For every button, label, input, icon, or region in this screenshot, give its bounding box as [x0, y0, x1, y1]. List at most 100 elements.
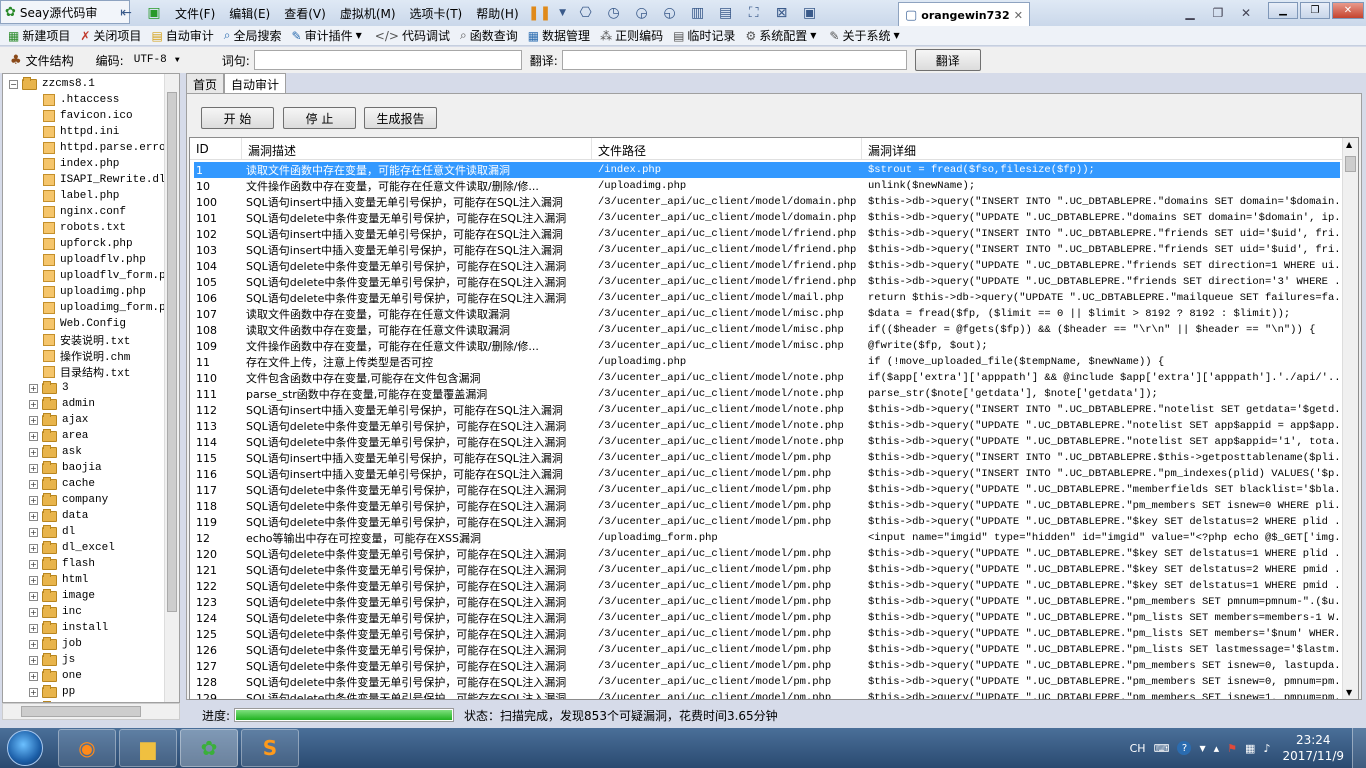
tree-file[interactable]: uploadflv_form.php: [43, 268, 179, 284]
expand-icon[interactable]: +: [29, 463, 38, 473]
tree-folder[interactable]: + dl: [29, 524, 75, 540]
show-desktop-button[interactable]: [1352, 728, 1366, 768]
col-path-header[interactable]: 文件路径: [592, 138, 862, 159]
explorer-taskbar-button[interactable]: ▆: [119, 729, 177, 767]
tree-folder[interactable]: + install: [29, 620, 108, 636]
table-row[interactable]: 122 SQL语句delete中条件变量无单引号保护，可能存在SQL注入漏洞 /…: [194, 578, 1340, 594]
grid-scroll-thumb[interactable]: [1345, 156, 1356, 172]
network-icon[interactable]: ⎔: [575, 3, 597, 23]
expand-icon[interactable]: +: [29, 639, 38, 649]
table-row[interactable]: 120 SQL语句delete中条件变量无单引号保护，可能存在SQL注入漏洞 /…: [194, 546, 1340, 562]
clock[interactable]: 23:24 2017/11/9: [1282, 732, 1344, 764]
close-project-button[interactable]: ✗ 关闭项目: [80, 27, 141, 44]
menu-view[interactable]: 查看(V): [277, 5, 333, 22]
translate-button[interactable]: 翻译: [914, 49, 981, 71]
data-manage-button[interactable]: ▦ 数据管理: [528, 27, 590, 44]
regex-encode-button[interactable]: ⁂ 正则编码: [600, 27, 663, 44]
expand-icon[interactable]: +: [29, 447, 38, 457]
start-button[interactable]: [0, 728, 50, 768]
start-button[interactable]: 开 始: [201, 107, 274, 129]
table-row[interactable]: 118 SQL语句delete中条件变量无单引号保护，可能存在SQL注入漏洞 /…: [194, 498, 1340, 514]
tab-home[interactable]: 首页: [186, 73, 225, 93]
tree-file[interactable]: uploadflv.php: [43, 252, 146, 268]
generate-report-button[interactable]: 生成报告: [364, 107, 437, 129]
tree-scroll-thumb[interactable]: [167, 92, 177, 612]
table-row[interactable]: 125 SQL语句delete中条件变量无单引号保护，可能存在SQL注入漏洞 /…: [194, 626, 1340, 642]
expand-icon[interactable]: +: [29, 399, 38, 409]
menu-tabs[interactable]: 选项卡(T): [403, 5, 470, 22]
expand-icon[interactable]: +: [29, 655, 38, 665]
table-row[interactable]: 100 SQL语句insert中插入变量无单引号保护，可能存在SQL注入漏洞 /…: [194, 194, 1340, 210]
tree-file[interactable]: httpd.parse.errors: [43, 140, 179, 156]
menu-edit[interactable]: 编辑(E): [222, 5, 277, 22]
tree-folder[interactable]: + flash: [29, 556, 95, 572]
temp-note-button[interactable]: ▤ 临时记录: [673, 27, 735, 44]
tree-folder[interactable]: + one: [29, 668, 82, 684]
table-row[interactable]: 102 SQL语句insert中插入变量无单引号保护，可能存在SQL注入漏洞 /…: [194, 226, 1340, 242]
tree-file[interactable]: Web.Config: [43, 316, 126, 332]
table-row[interactable]: 11 存在文件上传，注意上传类型是否可控 /uploadimg.php if (…: [194, 354, 1340, 370]
tree-file[interactable]: label.php: [43, 188, 119, 204]
table-row[interactable]: 111 parse_str函数中存在变量,可能存在变量覆盖漏洞 /3/ucent…: [194, 386, 1340, 402]
guest-close-icon[interactable]: ✕: [1332, 2, 1364, 19]
collapse-icon[interactable]: −: [9, 79, 18, 89]
tree-folder[interactable]: + company: [29, 492, 108, 508]
guest-minimize-icon[interactable]: ▁: [1268, 2, 1298, 19]
table-row[interactable]: 105 SQL语句delete中条件变量无单引号保护，可能存在SQL注入漏洞 /…: [194, 274, 1340, 290]
tree-folder[interactable]: + html: [29, 572, 88, 588]
help-icon[interactable]: ?: [1177, 741, 1192, 755]
vm-tab[interactable]: ▢ orangewin732 ✕: [898, 2, 1030, 28]
tree-file[interactable]: robots.txt: [43, 220, 126, 236]
auto-audit-button[interactable]: ▤ 自动审计: [151, 27, 213, 44]
col-detail-header[interactable]: 漏洞详细: [862, 138, 1344, 159]
tree-root[interactable]: − zzcms8.1: [9, 76, 95, 92]
menu-help[interactable]: 帮助(H): [469, 5, 525, 22]
sidebar-toggle-icon[interactable]: ▥: [687, 3, 709, 23]
firefox-taskbar-button[interactable]: ◉: [58, 729, 116, 767]
col-desc-header[interactable]: 漏洞描述: [242, 138, 592, 159]
table-row[interactable]: 1 读取文件函数中存在变量，可能存在任意文件读取漏洞 /index.php $s…: [194, 162, 1340, 178]
table-row[interactable]: 113 SQL语句delete中条件变量无单引号保护，可能存在SQL注入漏洞 /…: [194, 418, 1340, 434]
tree-folder[interactable]: + baojia: [29, 460, 102, 476]
pin-icon[interactable]: ⇤: [115, 3, 137, 23]
expand-icon[interactable]: +: [29, 575, 38, 585]
library-icon[interactable]: ▣: [799, 3, 821, 23]
network-tray-icon[interactable]: ▦: [1245, 742, 1255, 755]
table-row[interactable]: 12 echo等输出中存在可控变量，可能存在XSS漏洞 /uploadimg_f…: [194, 530, 1340, 546]
guest-restore-icon[interactable]: ❐: [1300, 2, 1330, 19]
pause-icon[interactable]: ❚❚: [528, 3, 551, 23]
system-config-button[interactable]: ⚙ 系统配置 ▼: [745, 27, 819, 44]
tree-file[interactable]: 操作说明.chm: [43, 348, 130, 364]
tree-folder[interactable]: + cache: [29, 476, 95, 492]
tab-auto-audit[interactable]: 自动审计: [224, 73, 287, 94]
expand-icon[interactable]: +: [29, 559, 38, 569]
table-row[interactable]: 101 SQL语句delete中条件变量无单引号保护，可能存在SQL注入漏洞 /…: [194, 210, 1340, 226]
tree-file[interactable]: ISAPI_Rewrite.dll: [43, 172, 172, 188]
chevron-down-icon[interactable]: ▼: [1199, 744, 1205, 753]
tree-horizontal-scrollbar[interactable]: [2, 703, 180, 720]
input-language[interactable]: CH: [1130, 742, 1146, 755]
expand-icon[interactable]: +: [29, 383, 38, 393]
expand-icon[interactable]: +: [29, 671, 38, 681]
snapshot-manager-icon[interactable]: ◵: [659, 3, 681, 23]
expand-icon[interactable]: +: [29, 431, 38, 441]
function-query-button[interactable]: ⌕ 函数查询: [460, 27, 518, 44]
expand-icon[interactable]: +: [29, 607, 38, 617]
vm-restore-icon[interactable]: ❐: [1204, 4, 1232, 22]
audit-plugin-button[interactable]: ✎ 审计插件 ▼: [292, 27, 365, 44]
tree-folder[interactable]: + image: [29, 588, 95, 604]
tree-folder[interactable]: + admin: [29, 396, 95, 412]
table-row[interactable]: 115 SQL语句insert中插入变量无单引号保护，可能存在SQL注入漏洞 /…: [194, 450, 1340, 466]
table-row[interactable]: 124 SQL语句delete中条件变量无单引号保护，可能存在SQL注入漏洞 /…: [194, 610, 1340, 626]
sublime-taskbar-button[interactable]: S: [241, 729, 299, 767]
revert-snapshot-icon[interactable]: ◶: [631, 3, 653, 23]
table-row[interactable]: 104 SQL语句delete中条件变量无单引号保护，可能存在SQL注入漏洞 /…: [194, 258, 1340, 274]
vm-close-icon[interactable]: ✕: [1232, 4, 1260, 22]
table-row[interactable]: 107 读取文件函数中存在变量，可能存在任意文件读取漏洞 /3/ucenter_…: [194, 306, 1340, 322]
table-row[interactable]: 114 SQL语句delete中条件变量无单引号保护，可能存在SQL注入漏洞 /…: [194, 434, 1340, 450]
unity-icon[interactable]: ⊠: [771, 3, 793, 23]
tree-folder[interactable]: + inc: [29, 604, 82, 620]
table-row[interactable]: 103 SQL语句insert中插入变量无单引号保护，可能存在SQL注入漏洞 /…: [194, 242, 1340, 258]
new-project-button[interactable]: ▦ 新建项目: [8, 27, 70, 44]
tree-file[interactable]: nginx.conf: [43, 204, 126, 220]
